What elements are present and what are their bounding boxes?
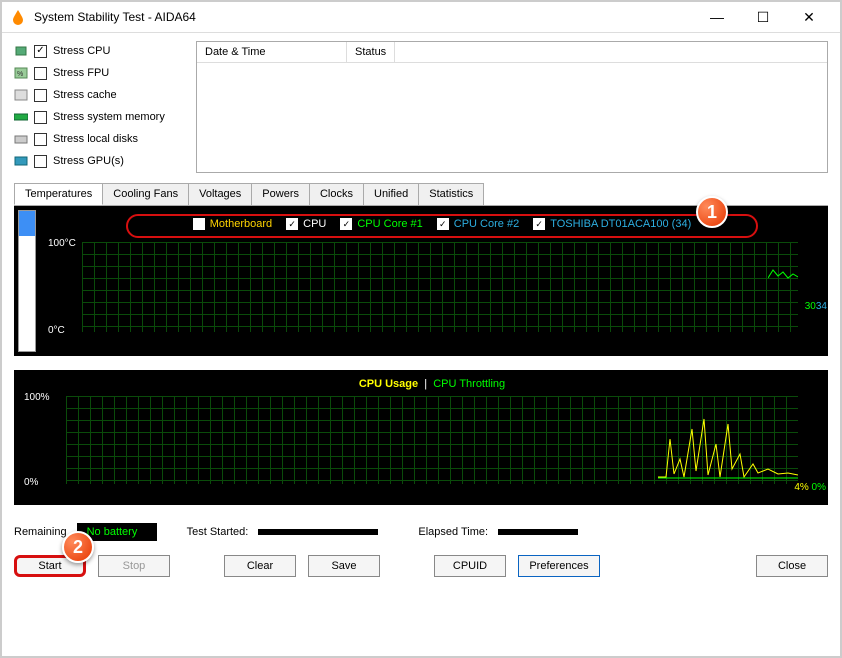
temp-right-values: 3034 [805, 301, 827, 312]
legend-core1-checkbox[interactable] [340, 218, 352, 230]
stress-memory-checkbox[interactable] [34, 111, 47, 124]
save-button[interactable]: Save [308, 555, 380, 577]
close-window-button[interactable]: ✕ [786, 2, 832, 32]
stress-row-fpu: % Stress FPU [14, 63, 184, 83]
legend-disk-checkbox[interactable] [533, 218, 545, 230]
preferences-button[interactable]: Preferences [518, 555, 600, 577]
stress-gpu-checkbox[interactable] [34, 155, 47, 168]
stress-memory-label: Stress system memory [53, 111, 165, 123]
tab-cooling-fans[interactable]: Cooling Fans [102, 183, 189, 205]
svg-text:%: % [17, 71, 23, 78]
tab-clocks[interactable]: Clocks [309, 183, 364, 205]
temp-axis-bottom: 0°C [48, 325, 65, 336]
tab-statistics[interactable]: Statistics [418, 183, 484, 205]
usage-trace [658, 409, 798, 479]
stress-fpu-label: Stress FPU [53, 67, 109, 79]
memory-icon [14, 111, 28, 123]
main-window: System Stability Test - AIDA64 — ☐ ✕ Str… [0, 0, 842, 658]
gpu-icon [14, 155, 28, 167]
temperature-legend: Motherboard CPU CPU Core #1 CPU Core #2 … [126, 214, 758, 238]
stress-cache-checkbox[interactable] [34, 89, 47, 102]
temperature-chart: Motherboard CPU CPU Core #1 CPU Core #2 … [14, 206, 828, 356]
button-row: 2 Start Stop Clear Save CPUID Preference… [14, 555, 828, 577]
legend-motherboard-checkbox[interactable] [193, 218, 205, 230]
annotation-badge-1: 1 [696, 196, 728, 228]
status-table: Date & Time Status [196, 41, 828, 173]
stress-gpu-label: Stress GPU(s) [53, 155, 124, 167]
legend-cpu-label: CPU [303, 218, 326, 230]
tab-unified[interactable]: Unified [363, 183, 419, 205]
maximize-button[interactable]: ☐ [740, 2, 786, 32]
status-col-status[interactable]: Status [347, 42, 395, 62]
usage-chart-title: CPU Usage | CPU Throttling [66, 378, 798, 390]
app-icon [10, 9, 26, 25]
close-button[interactable]: Close [756, 555, 828, 577]
test-started-label: Test Started: [187, 526, 249, 538]
elapsed-value [498, 529, 578, 535]
legend-core2-checkbox[interactable] [437, 218, 449, 230]
stress-cpu-label: Stress CPU [53, 45, 110, 57]
clear-button[interactable]: Clear [224, 555, 296, 577]
disk-icon [14, 133, 28, 145]
info-row: Remaining No battery Test Started: Elaps… [14, 523, 828, 541]
stress-cache-label: Stress cache [53, 89, 117, 101]
stress-fpu-checkbox[interactable] [34, 67, 47, 80]
usage-axis-top: 100% [24, 392, 50, 403]
legend-cpu-checkbox[interactable] [286, 218, 298, 230]
window-title: System Stability Test - AIDA64 [34, 10, 694, 24]
stress-disks-label: Stress local disks [53, 133, 138, 145]
tab-temperatures[interactable]: Temperatures [14, 183, 103, 205]
annotation-badge-2: 2 [62, 531, 94, 563]
status-col-datetime[interactable]: Date & Time [197, 42, 347, 62]
legend-core2-label: CPU Core #2 [454, 218, 519, 230]
stress-disks-checkbox[interactable] [34, 133, 47, 146]
stress-cpu-checkbox[interactable] [34, 45, 47, 58]
legend-motherboard-label: Motherboard [210, 218, 272, 230]
legend-core1-label: CPU Core #1 [357, 218, 422, 230]
remaining-label: Remaining [14, 526, 67, 538]
usage-right-values: 4% 0% [794, 482, 826, 493]
usage-axis-bottom: 0% [24, 477, 38, 488]
cpu-usage-chart: CPU Usage | CPU Throttling 100% 0% 4% 0% [14, 370, 828, 505]
temp-axis-top: 100°C [48, 238, 76, 249]
cache-icon [14, 89, 28, 101]
legend-disk-label: TOSHIBA DT01ACA100 (34) [550, 218, 691, 230]
minimize-button[interactable]: — [694, 2, 740, 32]
stress-row-disks: Stress local disks [14, 129, 184, 149]
tab-voltages[interactable]: Voltages [188, 183, 252, 205]
elapsed-label: Elapsed Time: [418, 526, 488, 538]
stress-row-memory: Stress system memory [14, 107, 184, 127]
stop-button[interactable]: Stop [98, 555, 170, 577]
fpu-icon: % [14, 67, 28, 79]
status-body [197, 63, 827, 171]
titlebar: System Stability Test - AIDA64 — ☐ ✕ [2, 2, 840, 32]
stress-row-gpu: Stress GPU(s) [14, 151, 184, 171]
tab-powers[interactable]: Powers [251, 183, 310, 205]
stress-options: Stress CPU % Stress FPU Stress cache Str… [14, 41, 184, 173]
chart-sensor-sidebar[interactable] [18, 210, 36, 352]
test-started-value [258, 529, 378, 535]
stress-row-cache: Stress cache [14, 85, 184, 105]
stress-row-cpu: Stress CPU [14, 41, 184, 61]
cpu-icon [14, 45, 28, 57]
cpuid-button[interactable]: CPUID [434, 555, 506, 577]
